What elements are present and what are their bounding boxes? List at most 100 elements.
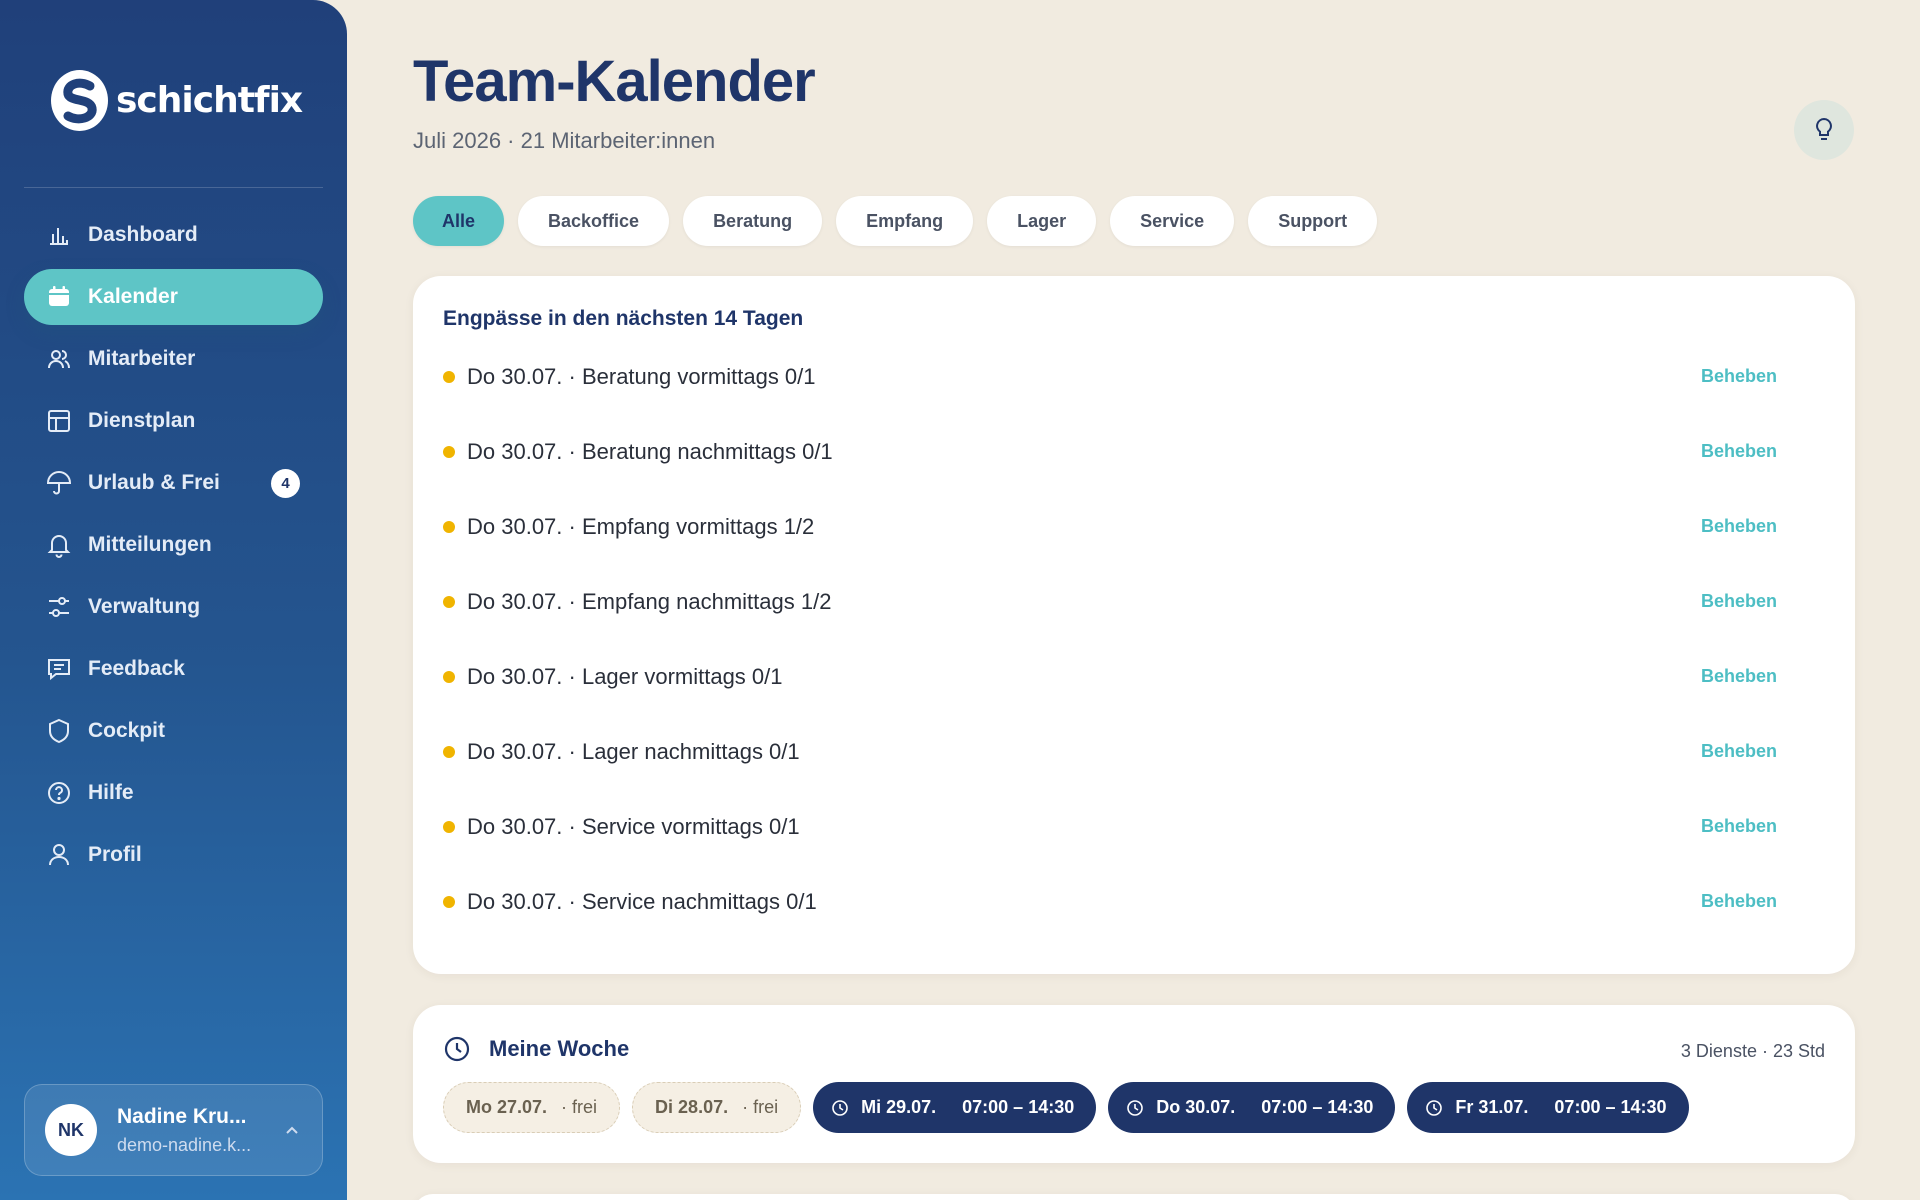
calendar-icon bbox=[46, 284, 72, 310]
clock-icon bbox=[832, 1099, 848, 1116]
clock-icon bbox=[444, 1036, 470, 1062]
day-chip-free[interactable]: Di 28.07. · frei bbox=[632, 1082, 802, 1133]
warning-dot bbox=[443, 895, 455, 908]
sidebar-item-hilfe[interactable]: Hilfe bbox=[24, 765, 323, 821]
sidebar-item-label: Dienstplan bbox=[88, 409, 196, 432]
shift-time: 07:00 – 14:30 bbox=[1554, 1097, 1667, 1117]
umbrella-icon bbox=[46, 470, 72, 496]
week-title: Meine Woche bbox=[489, 1036, 630, 1061]
shortage-row: Do 30.07. · Beratung nachmittags 0/1 Beh… bbox=[443, 411, 1825, 486]
next-card-edge bbox=[413, 1194, 1855, 1200]
fix-button[interactable]: Beheben bbox=[1701, 666, 1777, 687]
sidebar-item-label: Hilfe bbox=[88, 781, 134, 804]
shortage-row: Do 30.07. · Empfang nachmittags 1/2 Behe… bbox=[443, 561, 1825, 636]
sidebar-item-label: Mitteilungen bbox=[88, 533, 212, 556]
tips-button[interactable] bbox=[1794, 100, 1854, 160]
week-days: Mo 27.07. · frei Di 28.07. · frei Mi 29.… bbox=[443, 1082, 1701, 1133]
warning-dot bbox=[443, 520, 455, 533]
shortage-row: Do 30.07. · Lager nachmittags 0/1 Behebe… bbox=[443, 711, 1825, 786]
chevron-up-icon[interactable] bbox=[282, 1121, 302, 1141]
user-email: demo-nadine.k... bbox=[117, 1134, 252, 1155]
sidebar-item-mitarbeiter[interactable]: Mitarbeiter bbox=[24, 331, 323, 387]
layout-icon bbox=[46, 408, 72, 434]
sidebar-divider bbox=[24, 187, 323, 188]
sidebar-item-profil[interactable]: Profil bbox=[24, 827, 323, 883]
sidebar-item-kalender[interactable]: Kalender bbox=[24, 269, 323, 325]
day-chip-shift[interactable]: Do 30.07. 07:00 – 14:30 bbox=[1108, 1082, 1396, 1133]
day-note: · frei bbox=[561, 1097, 598, 1117]
shift-time: 07:00 – 14:30 bbox=[962, 1097, 1075, 1117]
day-chip-shift[interactable]: Fr 31.07. 07:00 – 14:30 bbox=[1407, 1082, 1689, 1133]
shortage-text: Do 30.07. · Service vormittags 0/1 bbox=[467, 813, 800, 839]
page-subtitle: Juli 2026 · 21 Mitarbeiter:innen bbox=[413, 128, 716, 153]
shortage-text: Do 30.07. · Empfang vormittags 1/2 bbox=[467, 513, 815, 539]
app-logo[interactable]: schichtfix bbox=[51, 70, 303, 131]
sidebar-item-mitteilungen[interactable]: Mitteilungen bbox=[24, 517, 323, 573]
lightbulb-icon bbox=[1816, 117, 1832, 140]
warning-dot bbox=[443, 670, 455, 683]
shortage-text: Do 30.07. · Lager nachmittags 0/1 bbox=[467, 738, 800, 764]
shortage-text: Do 30.07. · Lager vormittags 0/1 bbox=[467, 663, 783, 689]
my-week-card: Meine Woche 3 Dienste · 23 Std Mo 27.07.… bbox=[413, 1005, 1855, 1163]
day-label: Mi 29.07. bbox=[861, 1097, 937, 1117]
count-badge: 4 bbox=[271, 469, 300, 498]
page-title: Team-Kalender bbox=[413, 49, 816, 114]
filter-chip-support[interactable]: Support bbox=[1248, 196, 1378, 246]
filter-chip-empfang[interactable]: Empfang bbox=[836, 196, 974, 246]
fix-button[interactable]: Beheben bbox=[1701, 516, 1777, 537]
user-menu[interactable]: NK Nadine Kru... demo-nadine.k... bbox=[24, 1084, 323, 1176]
shortage-text: Do 30.07. · Empfang nachmittags 1/2 bbox=[467, 588, 832, 614]
shortage-row: Do 30.07. · Beratung vormittags 0/1 Behe… bbox=[443, 336, 1825, 411]
avatar: NK bbox=[45, 1104, 97, 1156]
shortages-list: Do 30.07. · Beratung vormittags 0/1 Behe… bbox=[443, 336, 1825, 936]
sidebar-item-label: Urlaub & Frei bbox=[88, 471, 220, 494]
shortage-row: Do 30.07. · Service vormittags 0/1 Beheb… bbox=[443, 786, 1825, 861]
sidebar-item-feedback[interactable]: Feedback bbox=[24, 641, 323, 697]
shortage-row: Do 30.07. · Empfang vormittags 1/2 Beheb… bbox=[443, 486, 1825, 561]
user-name: Nadine Kru... bbox=[117, 1104, 247, 1128]
fix-button[interactable]: Beheben bbox=[1701, 891, 1777, 912]
sidebar-item-urlaub[interactable]: Urlaub & Frei 4 bbox=[24, 455, 323, 511]
fix-button[interactable]: Beheben bbox=[1701, 816, 1777, 837]
sidebar-item-label: Cockpit bbox=[88, 719, 166, 742]
fix-button[interactable]: Beheben bbox=[1701, 591, 1777, 612]
sidebar-item-dienstplan[interactable]: Dienstplan bbox=[24, 393, 323, 449]
bar-chart-icon bbox=[46, 222, 72, 248]
filter-chip-backoffice[interactable]: Backoffice bbox=[518, 196, 670, 246]
day-chip-shift[interactable]: Mi 29.07. 07:00 – 14:30 bbox=[813, 1082, 1097, 1133]
day-chip-free[interactable]: Mo 27.07. · frei bbox=[443, 1082, 621, 1133]
sidebar-item-label: Feedback bbox=[88, 657, 185, 680]
sidebar-item-label: Dashboard bbox=[88, 223, 198, 246]
shortage-row: Do 30.07. · Lager vormittags 0/1 Beheben bbox=[443, 636, 1825, 711]
day-label: Mo 27.07. bbox=[466, 1097, 548, 1117]
shortage-text: Do 30.07. · Beratung vormittags 0/1 bbox=[467, 363, 816, 389]
shift-time: 07:00 – 14:30 bbox=[1261, 1097, 1374, 1117]
fix-button[interactable]: Beheben bbox=[1701, 366, 1777, 387]
users-icon bbox=[46, 346, 72, 372]
day-label: Do 30.07. bbox=[1156, 1097, 1236, 1117]
filter-chip-lager[interactable]: Lager bbox=[987, 196, 1097, 246]
filter-chip-alle[interactable]: Alle bbox=[413, 196, 505, 246]
user-icon bbox=[46, 842, 72, 868]
clock-icon bbox=[1127, 1099, 1144, 1116]
sidebar-item-dashboard[interactable]: Dashboard bbox=[24, 207, 323, 263]
filter-chip-service[interactable]: Service bbox=[1110, 196, 1235, 246]
day-note: · frei bbox=[742, 1097, 779, 1117]
shield-icon bbox=[46, 718, 72, 744]
sidebar-item-verwaltung[interactable]: Verwaltung bbox=[24, 579, 323, 635]
shortage-text: Do 30.07. · Beratung nachmittags 0/1 bbox=[467, 438, 833, 464]
help-circle-icon bbox=[46, 780, 72, 806]
warning-dot bbox=[443, 820, 455, 833]
fix-button[interactable]: Beheben bbox=[1701, 741, 1777, 762]
shortages-card: Engpässe in den nächsten 14 Tagen Do 30.… bbox=[413, 276, 1855, 974]
filter-chip-beratung[interactable]: Beratung bbox=[683, 196, 823, 246]
shortage-row: Do 30.07. · Service nachmittags 0/1 Behe… bbox=[443, 861, 1825, 936]
fix-button[interactable]: Beheben bbox=[1701, 441, 1777, 462]
message-icon bbox=[46, 656, 72, 682]
day-label: Di 28.07. bbox=[655, 1097, 729, 1117]
sidebar-item-label: Mitarbeiter bbox=[88, 347, 196, 370]
warning-dot bbox=[443, 370, 455, 383]
week-summary: 3 Dienste · 23 Std bbox=[1680, 1041, 1825, 1061]
sidebar-nav: Dashboard Kalender Mitarbeiter Dienstpla… bbox=[24, 207, 323, 889]
sidebar-item-cockpit[interactable]: Cockpit bbox=[24, 703, 323, 759]
